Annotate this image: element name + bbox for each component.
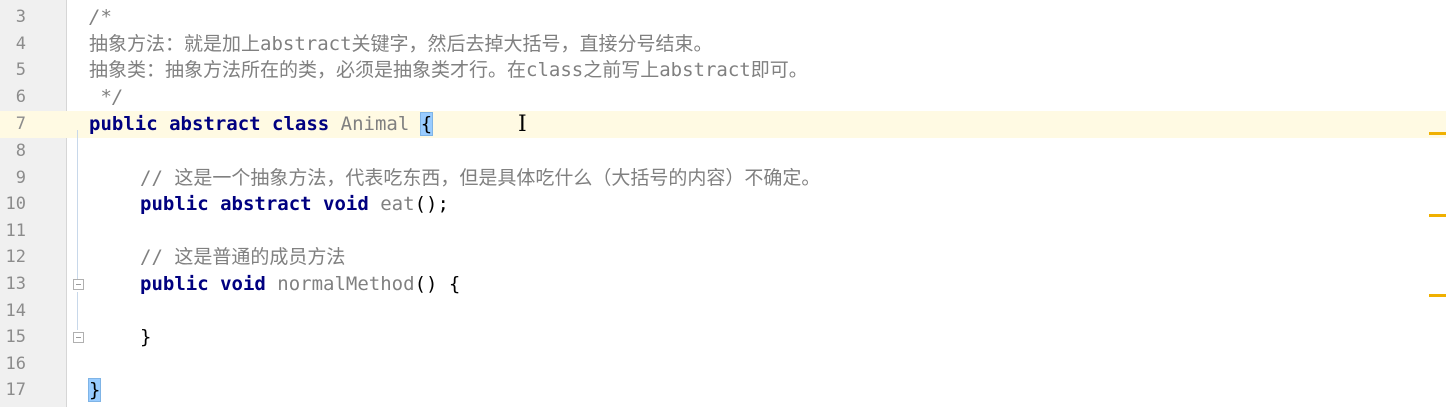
comment-close: */ <box>89 85 124 108</box>
code-line[interactable]: 17 } <box>0 377 1446 404</box>
line-number: 3 <box>15 7 26 27</box>
warning-stripe-marker[interactable] <box>1429 132 1446 135</box>
keyword: public void <box>140 273 266 295</box>
line-number: 10 <box>5 194 26 215</box>
line-number: 8 <box>15 141 26 161</box>
code-line[interactable]: 4 抽象方法：就是加上abstract关键字，然后去掉大括号，直接分号结束。 <box>0 31 1446 58</box>
line-number: 12 <box>5 247 26 268</box>
line-number: 7 <box>15 114 26 135</box>
code-line[interactable]: 15 } <box>0 324 1446 351</box>
code-line[interactable]: 8 <box>0 138 1446 165</box>
method-declaration: public abstract void eat(); <box>89 191 449 218</box>
line-number: 4 <box>15 33 26 54</box>
line-number: 9 <box>15 167 26 188</box>
comment-open: /* <box>89 6 112 28</box>
warning-stripe-marker[interactable] <box>1429 294 1446 297</box>
method-name: eat <box>380 193 415 216</box>
code-line[interactable]: 10 public abstract void eat(); <box>0 191 1446 218</box>
class-closing-brace: } <box>87 377 102 404</box>
line-number: 16 <box>5 353 26 374</box>
line-number: 15 <box>5 327 26 348</box>
code-line[interactable]: 11 <box>0 218 1446 245</box>
line-number: 6 <box>15 86 26 107</box>
text-cursor-icon: I <box>518 112 527 137</box>
method-name: normalMethod <box>277 273 415 295</box>
class-declaration: public abstract class Animal { <box>89 111 434 138</box>
code-line-current[interactable]: 7 public abstract class Animal { <box>0 111 1446 138</box>
code-line[interactable]: 6 */ <box>0 84 1446 111</box>
comment-text: // 这是普通的成员方法 <box>140 246 346 269</box>
class-name: Animal <box>340 113 410 136</box>
code-line[interactable]: 3 /* <box>0 4 1446 31</box>
line-number: 11 <box>5 220 26 241</box>
line-number: 13 <box>5 274 26 294</box>
code-area[interactable]: 3 /* 4 抽象方法：就是加上abstract关键字，然后去掉大括号，直接分号… <box>0 0 1446 407</box>
matched-brace: } <box>87 378 102 403</box>
keyword: public abstract class <box>89 113 330 136</box>
code-line[interactable]: 12 // 这是普通的成员方法 <box>0 244 1446 271</box>
code-line[interactable]: 16 <box>0 351 1446 378</box>
code-line[interactable]: 14 <box>0 298 1446 325</box>
comment-text: 抽象类：抽象方法所在的类，必须是抽象类才行。在class之前写上abstract… <box>89 59 808 82</box>
closing-brace: } <box>140 326 152 349</box>
code-line[interactable]: 9 // 这是一个抽象方法，代表吃东西，但是具体吃什么（大括号的内容）不确定。 <box>0 165 1446 192</box>
method-params: (); <box>414 193 449 216</box>
code-line[interactable]: 13 public void normalMethod() { <box>0 271 1446 298</box>
line-number: 5 <box>15 60 26 81</box>
method-params: () { <box>414 273 461 295</box>
line-number: 14 <box>5 300 26 321</box>
keyword: public abstract void <box>140 193 369 216</box>
fold-end-icon[interactable] <box>73 332 84 343</box>
code-editor[interactable]: 3 /* 4 抽象方法：就是加上abstract关键字，然后去掉大括号，直接分号… <box>0 0 1446 407</box>
line-number: 17 <box>5 380 26 401</box>
matched-brace: { <box>419 112 434 137</box>
warning-stripe-marker[interactable] <box>1429 214 1446 217</box>
fold-guide <box>77 292 78 330</box>
fold-collapse-icon[interactable] <box>73 279 84 290</box>
comment-text: 抽象方法：就是加上abstract关键字，然后去掉大括号，直接分号结束。 <box>89 32 713 55</box>
fold-guide <box>77 130 78 280</box>
comment-text: // 这是一个抽象方法，代表吃东西，但是具体吃什么（大括号的内容）不确定。 <box>140 166 821 189</box>
method-declaration: public void normalMethod() { <box>89 271 460 298</box>
code-line[interactable]: 5 抽象类：抽象方法所在的类，必须是抽象类才行。在class之前写上abstra… <box>0 57 1446 84</box>
